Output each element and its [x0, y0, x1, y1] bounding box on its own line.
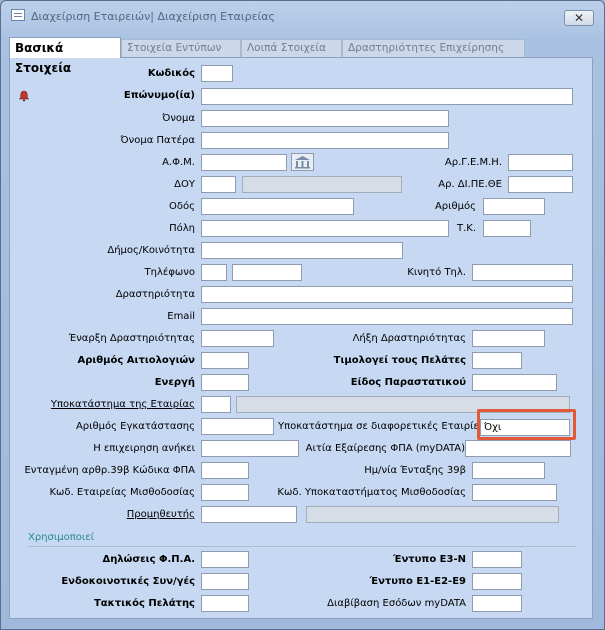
- end-date-field[interactable]: [472, 330, 545, 347]
- supplier-code-field[interactable]: [201, 506, 297, 523]
- doy-code-field[interactable]: [201, 176, 236, 193]
- article-39b-date-label: Ημ/νία Ένταξης 39β: [364, 465, 466, 476]
- active-label: Ενεργή: [154, 377, 195, 388]
- document-type-label: Είδος Παραστατικού: [350, 377, 466, 388]
- active-field[interactable]: [201, 374, 249, 391]
- municipality-field[interactable]: [201, 242, 403, 259]
- regular-customer-label: Τακτικός Πελάτης: [93, 598, 195, 609]
- uses-group-label: Χρησιμοποιεί: [28, 532, 95, 543]
- content-area: Βασικά Στοιχεία Στοιχεία Εντύπων Λοιπά Σ…: [9, 37, 597, 622]
- branch-other-companies-label: Υποκατάστημα σε διαφορετικές Εταιρίες: [278, 421, 485, 432]
- number-label: Αριθμός: [434, 201, 476, 212]
- supplier-link[interactable]: Προμηθευτής: [30, 509, 195, 521]
- vat-declarations-field[interactable]: [201, 551, 249, 568]
- municipality-label: Δήμος/Κοινότητα: [107, 245, 195, 256]
- tab-forms-info[interactable]: Στοιχεία Εντύπων: [121, 39, 241, 57]
- phone-label: Τηλέφωνο: [144, 267, 195, 278]
- tab-business-activities[interactable]: Δραστηριότητες Επιχείρησης: [342, 39, 525, 57]
- city-label: Πόλη: [169, 223, 195, 234]
- start-date-label: Έναρξη Δραστηριότητας: [68, 333, 195, 344]
- postal-code-field[interactable]: [483, 220, 531, 237]
- dipethe-label: Αρ. ΔΙ.ΠΕ.ΘΕ: [438, 179, 502, 190]
- window-title: Διαχείριση Εταιρειών| Διαχείριση Εταιρεί…: [31, 10, 275, 23]
- basic-info-panel: Κωδικός Επώνυμο(ία) Όνομα Όνομα Πατέρα Α…: [9, 57, 593, 619]
- alarm-bell-icon[interactable]: [18, 90, 30, 102]
- form-e1-e2-e9-field[interactable]: [472, 573, 522, 590]
- payroll-company-field[interactable]: [201, 484, 249, 501]
- supplier-name-field: [306, 506, 559, 523]
- dipethe-field[interactable]: [508, 176, 573, 193]
- code-label: Κωδικός: [147, 68, 195, 79]
- mydata-income-label: Διαβίβαση Εσόδων myDATA: [327, 598, 466, 609]
- invoices-customers-field[interactable]: [472, 352, 522, 369]
- mobile-field[interactable]: [472, 264, 573, 281]
- afm-label: Α.Φ.Μ.: [162, 157, 195, 168]
- close-button[interactable]: ✕: [564, 10, 594, 26]
- article-39b-date-field[interactable]: [472, 462, 545, 479]
- article-39b-label: Ενταγμένη αρθρ.39β Κώδικα ΦΠΑ: [24, 465, 195, 476]
- intra-community-field[interactable]: [201, 573, 249, 590]
- phone-prefix-field[interactable]: [201, 264, 227, 281]
- code-field[interactable]: [201, 65, 233, 82]
- intra-community-label: Ενδοκοινοτικές Συν/γές: [61, 576, 195, 587]
- regular-customer-field[interactable]: [201, 595, 249, 612]
- company-window: Διαχείριση Εταιρειών| Διαχείριση Εταιρεί…: [0, 0, 605, 630]
- number-field[interactable]: [483, 198, 545, 215]
- name-label: Όνομα: [162, 113, 195, 124]
- window-app-icon: [11, 9, 25, 21]
- start-date-field[interactable]: [201, 330, 274, 347]
- vat-exemption-field[interactable]: [465, 440, 571, 457]
- father-name-label: Όνομα Πατέρα: [120, 135, 195, 146]
- phone-field[interactable]: [232, 264, 302, 281]
- father-name-field[interactable]: [201, 132, 449, 149]
- install-number-label: Αριθμός Εγκατάστασης: [75, 421, 195, 432]
- branch-link[interactable]: Υποκατάστημα της Εταιρίας: [30, 399, 195, 411]
- mydata-income-field[interactable]: [472, 595, 522, 612]
- invoices-customers-label: Τιμολογεί τους Πελάτες: [333, 355, 466, 366]
- form-e3-label: Έντυπο Ε3-Ν: [393, 554, 466, 565]
- tab-basic-info[interactable]: Βασικά Στοιχεία: [9, 37, 121, 75]
- ledgers-field[interactable]: [201, 352, 249, 369]
- street-field[interactable]: [201, 198, 354, 215]
- name-field[interactable]: [201, 110, 449, 127]
- email-label: Email: [167, 311, 195, 322]
- building-icon: [295, 156, 310, 169]
- payroll-company-label: Κωδ. Εταιρείας Μισθοδοσίας: [49, 487, 195, 498]
- gemi-field[interactable]: [508, 154, 573, 171]
- vat-declarations-label: Δηλώσεις Φ.Π.Α.: [102, 554, 195, 565]
- postal-code-label: Τ.Κ.: [456, 223, 476, 234]
- install-number-field[interactable]: [201, 418, 274, 435]
- ledgers-label: Αριθμός Αιτιολογιών: [77, 355, 196, 366]
- payroll-branch-field[interactable]: [472, 484, 557, 501]
- form-e1-e2-e9-label: Έντυπο Ε1-Ε2-Ε9: [369, 576, 466, 587]
- email-field[interactable]: [201, 308, 573, 325]
- belongs-to-label: Η επιχειρηση ανήκει: [93, 443, 195, 454]
- afm-field[interactable]: [201, 154, 287, 171]
- article-39b-field[interactable]: [201, 462, 249, 479]
- tab-strip: Βασικά Στοιχεία Στοιχεία Εντύπων Λοιπά Σ…: [9, 37, 589, 75]
- branch-code-field[interactable]: [201, 396, 231, 413]
- document-type-field[interactable]: [472, 374, 557, 391]
- form-e3-field[interactable]: [472, 551, 522, 568]
- activity-field[interactable]: [201, 286, 573, 303]
- title-bar: Διαχείριση Εταιρειών| Διαχείριση Εταιρεί…: [1, 1, 604, 29]
- gemi-label: Αρ.Γ.Ε.Μ.Η.: [444, 157, 502, 168]
- end-date-label: Λήξη Δραστηριότητας: [352, 333, 466, 344]
- tab-other-info[interactable]: Λοιπά Στοιχεία: [241, 39, 342, 57]
- mobile-label: Κινητό Τηλ.: [407, 267, 466, 278]
- payroll-branch-label: Κωδ. Υποκαταστήματος Μισθοδοσίας: [277, 487, 466, 498]
- activity-label: Δραστηριότητα: [115, 289, 195, 300]
- highlight-box: [477, 409, 576, 440]
- surname-label: Επώνυμο(ία): [123, 90, 195, 101]
- uses-group-divider: [28, 546, 576, 547]
- doy-label: ΔΟΥ: [174, 179, 195, 190]
- taxis-lookup-button[interactable]: [291, 153, 314, 171]
- surname-field[interactable]: [201, 88, 573, 105]
- street-label: Οδός: [169, 201, 195, 212]
- vat-exemption-label: Αιτία Εξαίρεσης ΦΠΑ (myDATA): [305, 443, 465, 454]
